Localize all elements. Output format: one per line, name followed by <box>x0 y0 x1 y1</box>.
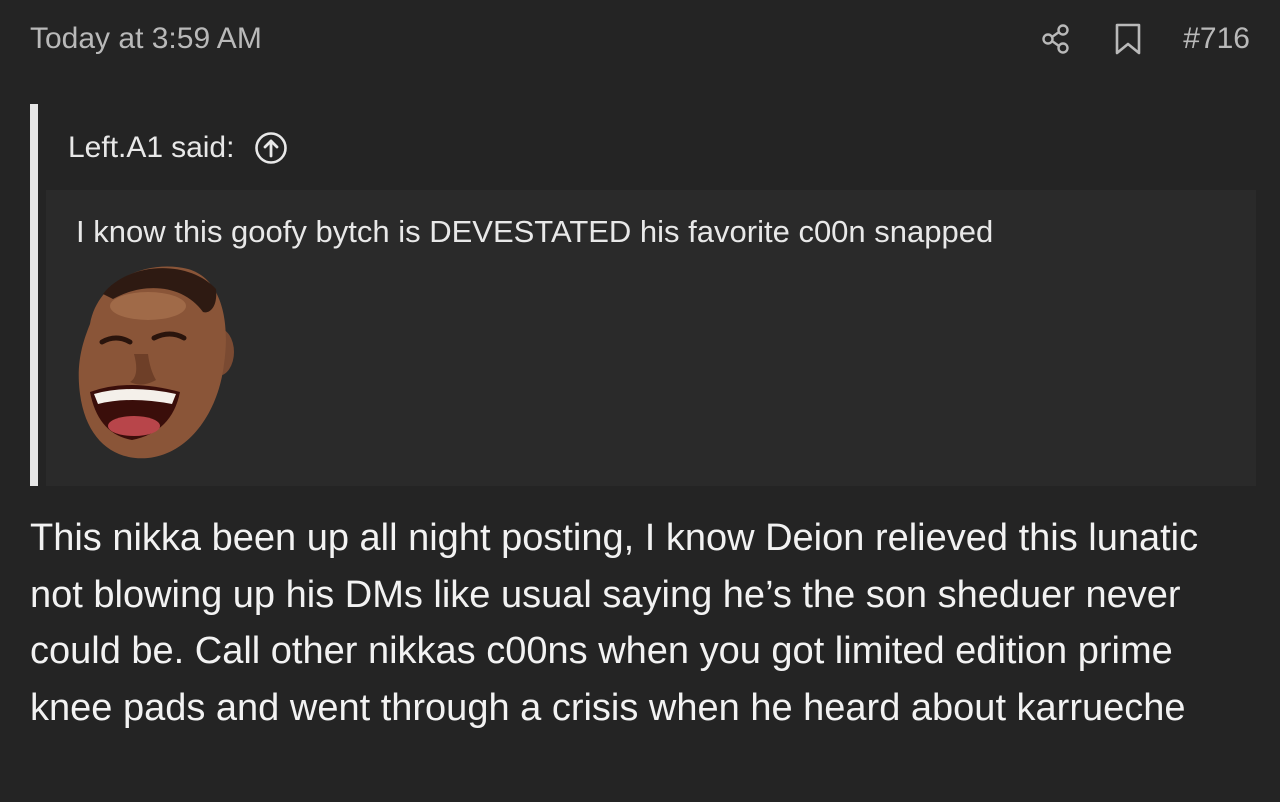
arrow-up-circle-icon[interactable] <box>254 131 288 165</box>
laughing-face-emoji <box>68 254 240 464</box>
quote-said-label: said: <box>171 131 235 164</box>
post-body-text: This nikka been up all night posting, I … <box>30 517 1199 729</box>
post-timestamp[interactable]: Today at 3:59 AM <box>30 20 262 58</box>
post-header: Today at 3:59 AM #716 <box>0 0 1280 80</box>
quote-text: I know this goofy bytch is DEVESTATED hi… <box>76 214 994 249</box>
quote-attribution: Left.A1 said: <box>68 126 288 170</box>
post-actions: #716 <box>1039 20 1250 58</box>
bookmark-icon[interactable] <box>1111 22 1145 56</box>
quote-content: I know this goofy bytch is DEVESTATED hi… <box>46 190 1256 486</box>
quote-author[interactable]: Left.A1 <box>68 126 163 170</box>
post-number-link[interactable]: #716 <box>1183 20 1250 58</box>
share-icon[interactable] <box>1039 22 1073 56</box>
quote-block: Left.A1 said: I know this goofy bytch is… <box>30 104 1256 486</box>
